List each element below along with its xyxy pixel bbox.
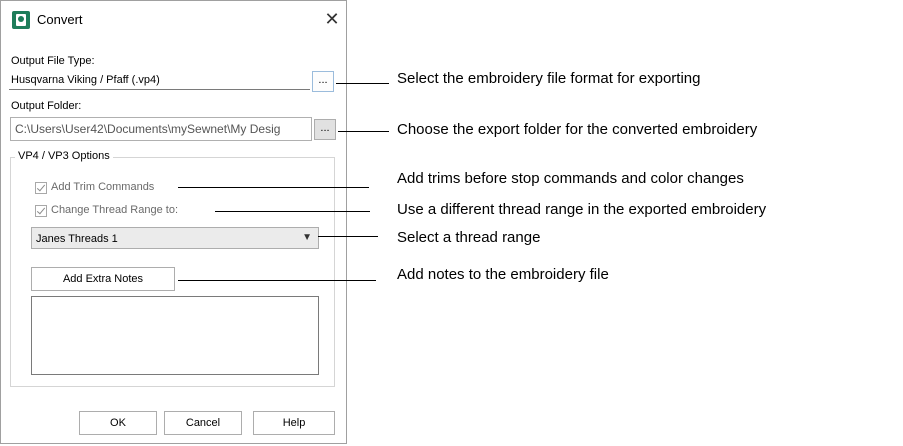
file-type-underline xyxy=(9,89,310,90)
leader-line xyxy=(338,131,389,132)
add-trim-checkbox[interactable] xyxy=(35,182,47,194)
group-title: VP4 / VP3 Options xyxy=(15,150,113,162)
thread-range-dropdown[interactable]: Janes Threads 1 ▼ xyxy=(31,227,319,249)
close-icon[interactable]: ✕ xyxy=(321,8,343,30)
callout-select-thread-range: Select a thread range xyxy=(397,229,541,246)
output-file-type-label: Output File Type: xyxy=(11,55,95,67)
leader-line xyxy=(178,187,369,188)
file-type-browse-button[interactable]: ... xyxy=(312,71,334,92)
dialog-title: Convert xyxy=(37,12,83,27)
add-extra-notes-button[interactable]: Add Extra Notes xyxy=(31,267,175,291)
add-trim-label: Add Trim Commands xyxy=(51,181,155,193)
output-folder-field[interactable]: C:\Users\User42\Documents\mySewnet\My De… xyxy=(10,117,312,141)
chevron-down-icon: ▼ xyxy=(302,232,312,243)
leader-line xyxy=(215,211,370,212)
app-icon xyxy=(12,11,30,29)
callout-add-notes: Add notes to the embroidery file xyxy=(397,266,609,283)
extra-notes-textarea[interactable] xyxy=(31,296,319,375)
output-file-type-value: Husqvarna Viking / Pfaff (.vp4) xyxy=(11,74,160,86)
ok-button[interactable]: OK xyxy=(79,411,157,435)
thread-range-value: Janes Threads 1 xyxy=(36,233,118,245)
folder-browse-button[interactable]: ... xyxy=(314,119,336,140)
cancel-button[interactable]: Cancel xyxy=(164,411,242,435)
convert-dialog: Convert ✕ Output File Type: Husqvarna Vi… xyxy=(0,0,347,444)
leader-line xyxy=(318,236,378,237)
change-thread-range-label: Change Thread Range to: xyxy=(51,204,178,216)
leader-line xyxy=(336,83,389,84)
callout-add-trims: Add trims before stop commands and color… xyxy=(397,170,744,187)
callout-export-folder: Choose the export folder for the convert… xyxy=(397,121,758,138)
callout-thread-range: Use a different thread range in the expo… xyxy=(397,201,767,218)
callout-file-format: Select the embroidery file format for ex… xyxy=(397,70,701,87)
output-folder-label: Output Folder: xyxy=(11,100,82,112)
help-button[interactable]: Help xyxy=(253,411,335,435)
change-thread-range-checkbox[interactable] xyxy=(35,205,47,217)
leader-line xyxy=(178,280,376,281)
title-bar: Convert ✕ xyxy=(1,1,346,39)
